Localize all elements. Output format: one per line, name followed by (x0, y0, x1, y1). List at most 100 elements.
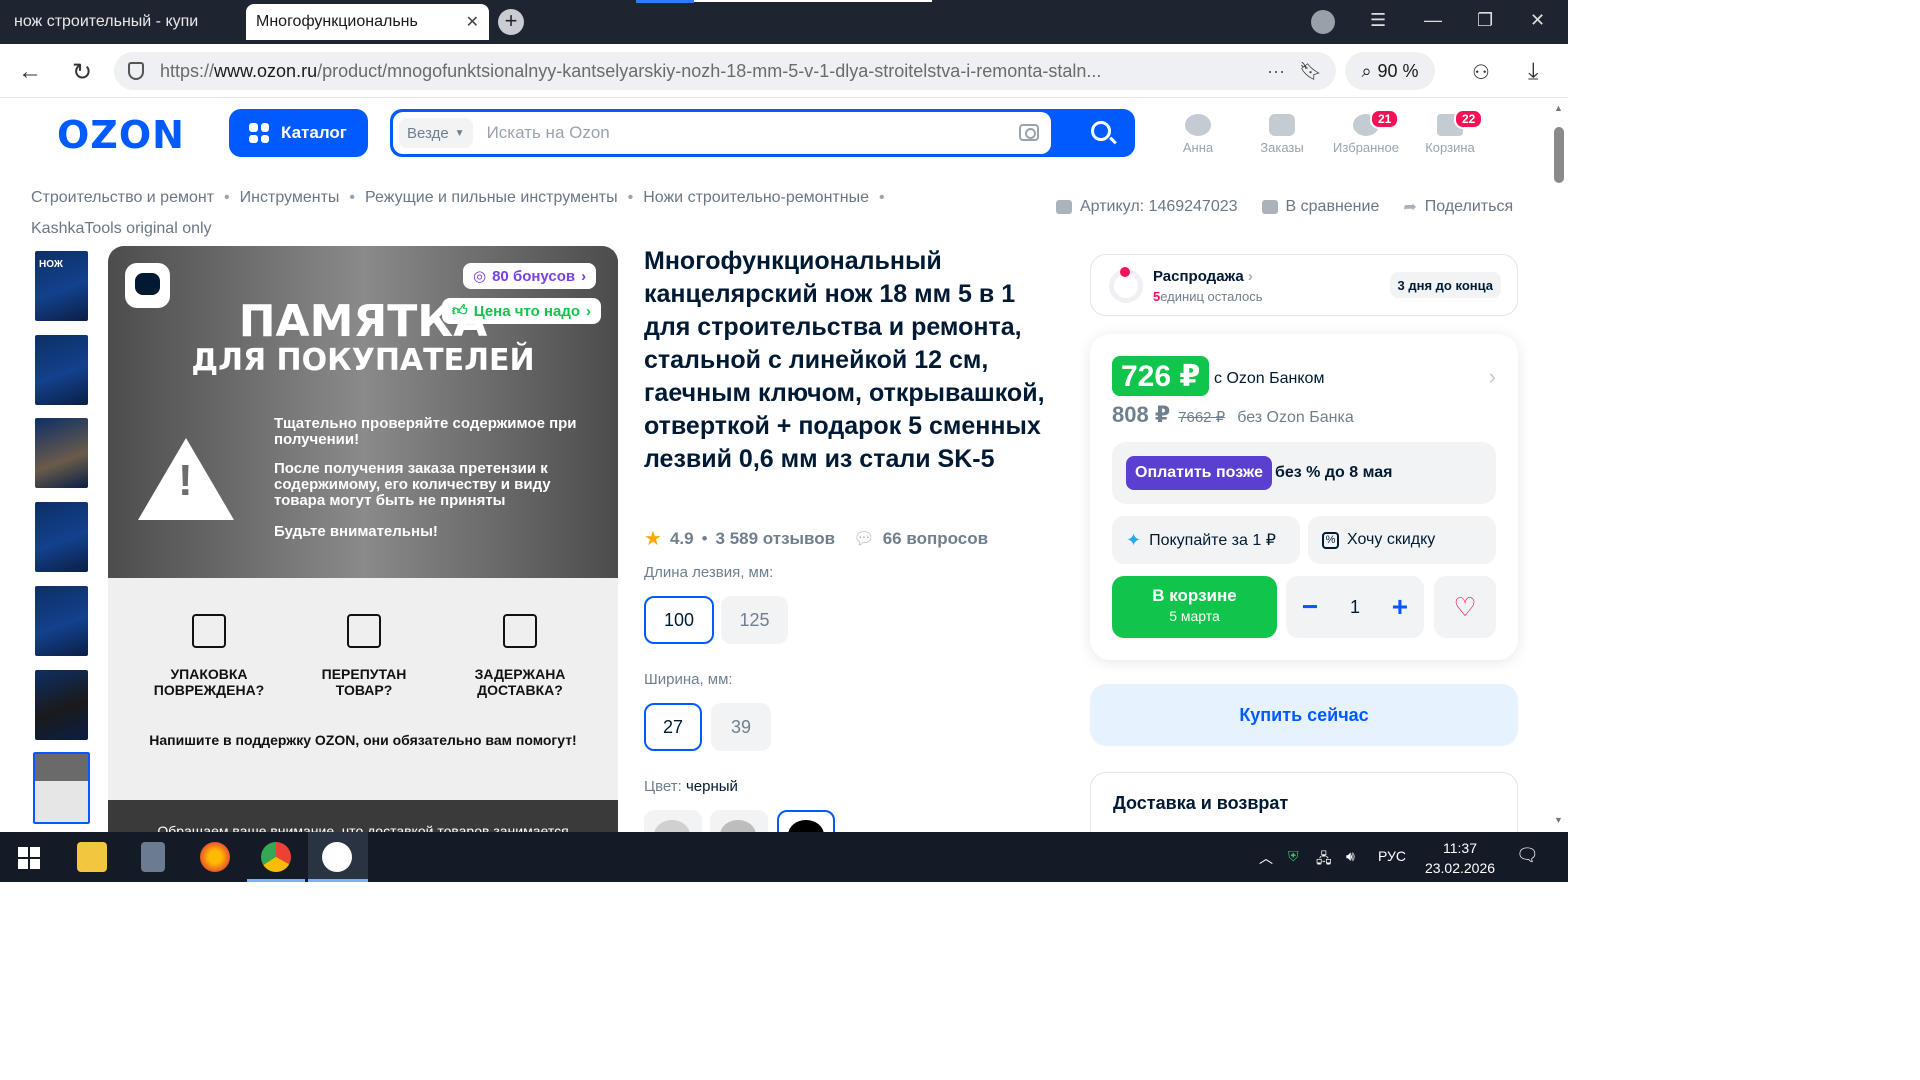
gallery-thumbnail-selected[interactable] (31, 750, 92, 826)
issue-label: ПЕРЕПУТАН ТОВАР? (321, 666, 407, 698)
bonus-badge[interactable]: ◎ 80 бонусов › (463, 263, 597, 289)
minimize-icon[interactable]: — (1424, 10, 1442, 31)
breadcrumb-item[interactable]: Строительство и ремонт (31, 189, 214, 206)
pay-later-badge[interactable]: Оплатить позже (1126, 456, 1272, 490)
scroll-up-icon[interactable]: ▲ (1554, 103, 1563, 113)
security-shield-icon[interactable]: ⛨ (1288, 848, 1299, 865)
chrome-icon[interactable] (261, 842, 291, 872)
ozon-logo[interactable]: OZON (57, 113, 185, 157)
compare-icon (1261, 200, 1278, 214)
support-text: Напишите в поддержку OZON, они обязатель… (149, 732, 577, 748)
heart-icon: ♡ (1453, 591, 1477, 622)
header-orders[interactable]: Заказы (1242, 112, 1322, 155)
restore-icon[interactable]: ❐ (1477, 10, 1493, 31)
network-icon[interactable]: 🖧︎ (1316, 848, 1332, 872)
firefox-icon[interactable] (200, 842, 230, 872)
sparkle-icon: ✦ (1126, 529, 1142, 550)
yandex-browser-icon (322, 842, 352, 872)
close-window-icon[interactable]: ✕ (1530, 10, 1545, 31)
chevron-right-icon[interactable]: › (1489, 364, 1496, 390)
in-cart-button[interactable]: В корзине 5 марта (1112, 576, 1277, 638)
gallery-thumbnail[interactable] (35, 502, 88, 572)
rating-row[interactable]: ★ 4.9 • 3 589 отзывов 💬︎ 66 вопросов (644, 526, 988, 551)
gallery-thumbnail[interactable] (35, 670, 88, 740)
in-cart-date: 5 марта (1169, 608, 1220, 624)
camera-icon[interactable] (1019, 124, 1039, 141)
browser-tab-active[interactable]: Многофункциональнь ✕ (246, 4, 489, 40)
buy-now-button[interactable]: Купить сейчас (1090, 684, 1518, 746)
profile-avatar-icon[interactable] (1311, 10, 1335, 34)
search-input[interactable] (486, 123, 1007, 143)
breadcrumb-item[interactable]: Инструменты (240, 189, 340, 206)
gallery-thumbnail[interactable]: НОЖ (35, 251, 88, 321)
compare-button[interactable]: В сравнение (1261, 197, 1379, 217)
favorite-button[interactable]: ♡ (1434, 576, 1496, 638)
breadcrumb-item[interactable]: Ножи строительно-ремонтные (643, 189, 869, 206)
pay-later-strip[interactable]: Оплатить позже без % до 8 мая (1112, 442, 1496, 504)
header-user[interactable]: Анна (1158, 112, 1238, 155)
url-field[interactable]: https://www.ozon.ru/product/mnogofunktsi… (114, 52, 1336, 90)
product-main-image[interactable]: ◎ 80 бонусов › ПАМЯТКА 👍︎ Цена что надо … (108, 246, 618, 836)
search-inner: Везде ▼ (393, 112, 1051, 154)
close-tab-icon[interactable]: ✕ (460, 12, 479, 32)
breadcrumb-item[interactable]: KashkaTools original only (31, 220, 212, 237)
url-prefix: https:// (160, 60, 215, 81)
buy-for-1-label: Покупайте за 1 ₽ (1149, 532, 1276, 549)
menu-icon[interactable]: ☰ (1370, 10, 1386, 31)
price-ok-badge[interactable]: 👍︎ Цена что надо › (442, 298, 602, 324)
new-tab-button[interactable]: + (498, 9, 524, 35)
zoom-chip[interactable]: ⌕ 90 % (1345, 52, 1435, 90)
clock-time: 11:37 (1443, 840, 1477, 856)
breadcrumb-item[interactable]: Режущие и пильные инструменты (365, 189, 618, 206)
breadcrumb: Строительство и ремонт • Инструменты • Режущ… (31, 189, 885, 237)
minus-icon[interactable]: − (1302, 591, 1318, 623)
sale-stock: 5единиц осталось (1153, 289, 1263, 304)
article-item[interactable]: Артикул: 1469247023 (1056, 197, 1238, 217)
scroll-down-icon[interactable]: ▼ (1554, 815, 1563, 825)
tray-chevron-icon[interactable]: ︿ (1259, 848, 1273, 868)
option-width-39[interactable]: 39 (711, 703, 771, 751)
gallery-thumbnail[interactable] (35, 335, 88, 405)
volume-icon[interactable]: 🔊︎ (1346, 848, 1355, 865)
notifications-icon[interactable]: 🗨︎ (1516, 845, 1539, 866)
option-blade-100[interactable]: 100 (644, 596, 714, 644)
option-width-27[interactable]: 27 (644, 703, 702, 751)
plus-icon[interactable]: + (1392, 591, 1408, 623)
option-blade-125[interactable]: 125 (721, 596, 788, 644)
issue-label: ЗАДЕРЖАНА ДОСТАВКА? (474, 666, 566, 698)
questions-link[interactable]: 66 вопросов (883, 529, 988, 549)
scrollbar-thumb[interactable] (1554, 127, 1564, 183)
header-cart[interactable]: 22 Корзина (1410, 109, 1490, 155)
url-path: /product/mnogofunktsionalnyy-kantselyars… (317, 60, 1102, 81)
share-button[interactable]: ➦ Поделиться (1403, 197, 1513, 217)
sale-title-row: Распродажа › (1153, 268, 1253, 285)
gallery-thumbnail[interactable] (35, 586, 88, 656)
search-scope-select[interactable]: Везде ▼ (399, 118, 473, 148)
yandex-browser-active[interactable] (308, 832, 368, 882)
header-favorites[interactable]: 21 Избранное (1326, 109, 1406, 155)
bookmark-icon[interactable]: 🔖︎ (1299, 61, 1322, 82)
more-dots-icon[interactable]: ··· (1267, 61, 1285, 82)
search-icon[interactable] (1091, 121, 1111, 141)
gallery-thumbnail[interactable] (35, 418, 88, 488)
browser-tab-inactive[interactable]: нож строительный - купи (4, 4, 242, 40)
reload-icon[interactable]: ↻ (72, 58, 92, 87)
loading-progress (636, 0, 694, 3)
calculator-icon[interactable] (141, 842, 165, 872)
back-icon[interactable]: ← (18, 58, 42, 86)
sale-box[interactable]: Распродажа › 5единиц осталось 3 дня до к… (1090, 254, 1518, 316)
windows-start-icon[interactable] (18, 847, 40, 869)
download-icon[interactable]: ⤓ (1528, 58, 1539, 86)
file-explorer-icon[interactable] (77, 842, 107, 872)
buy-for-1-button[interactable]: ✦ Покупайте за 1 ₽ (1112, 516, 1300, 564)
extensions-icon[interactable]: ⚇ (1472, 60, 1490, 85)
reviews-link[interactable]: 3 589 отзывов (716, 529, 836, 549)
memo-paragraph: Будьте внимательны! (274, 523, 438, 540)
want-discount-button[interactable]: % Хочу скидку (1308, 516, 1496, 564)
catalog-button[interactable]: Каталог (229, 109, 368, 157)
input-language[interactable]: РУС (1378, 848, 1406, 864)
bonus-label: 80 бонусов (492, 267, 576, 285)
old-price: 7662 ₽ (1178, 409, 1226, 426)
page-scrollbar[interactable]: ▲ ▼ (1550, 99, 1568, 832)
clock[interactable]: 11:37 23.02.2026 (1420, 838, 1500, 878)
